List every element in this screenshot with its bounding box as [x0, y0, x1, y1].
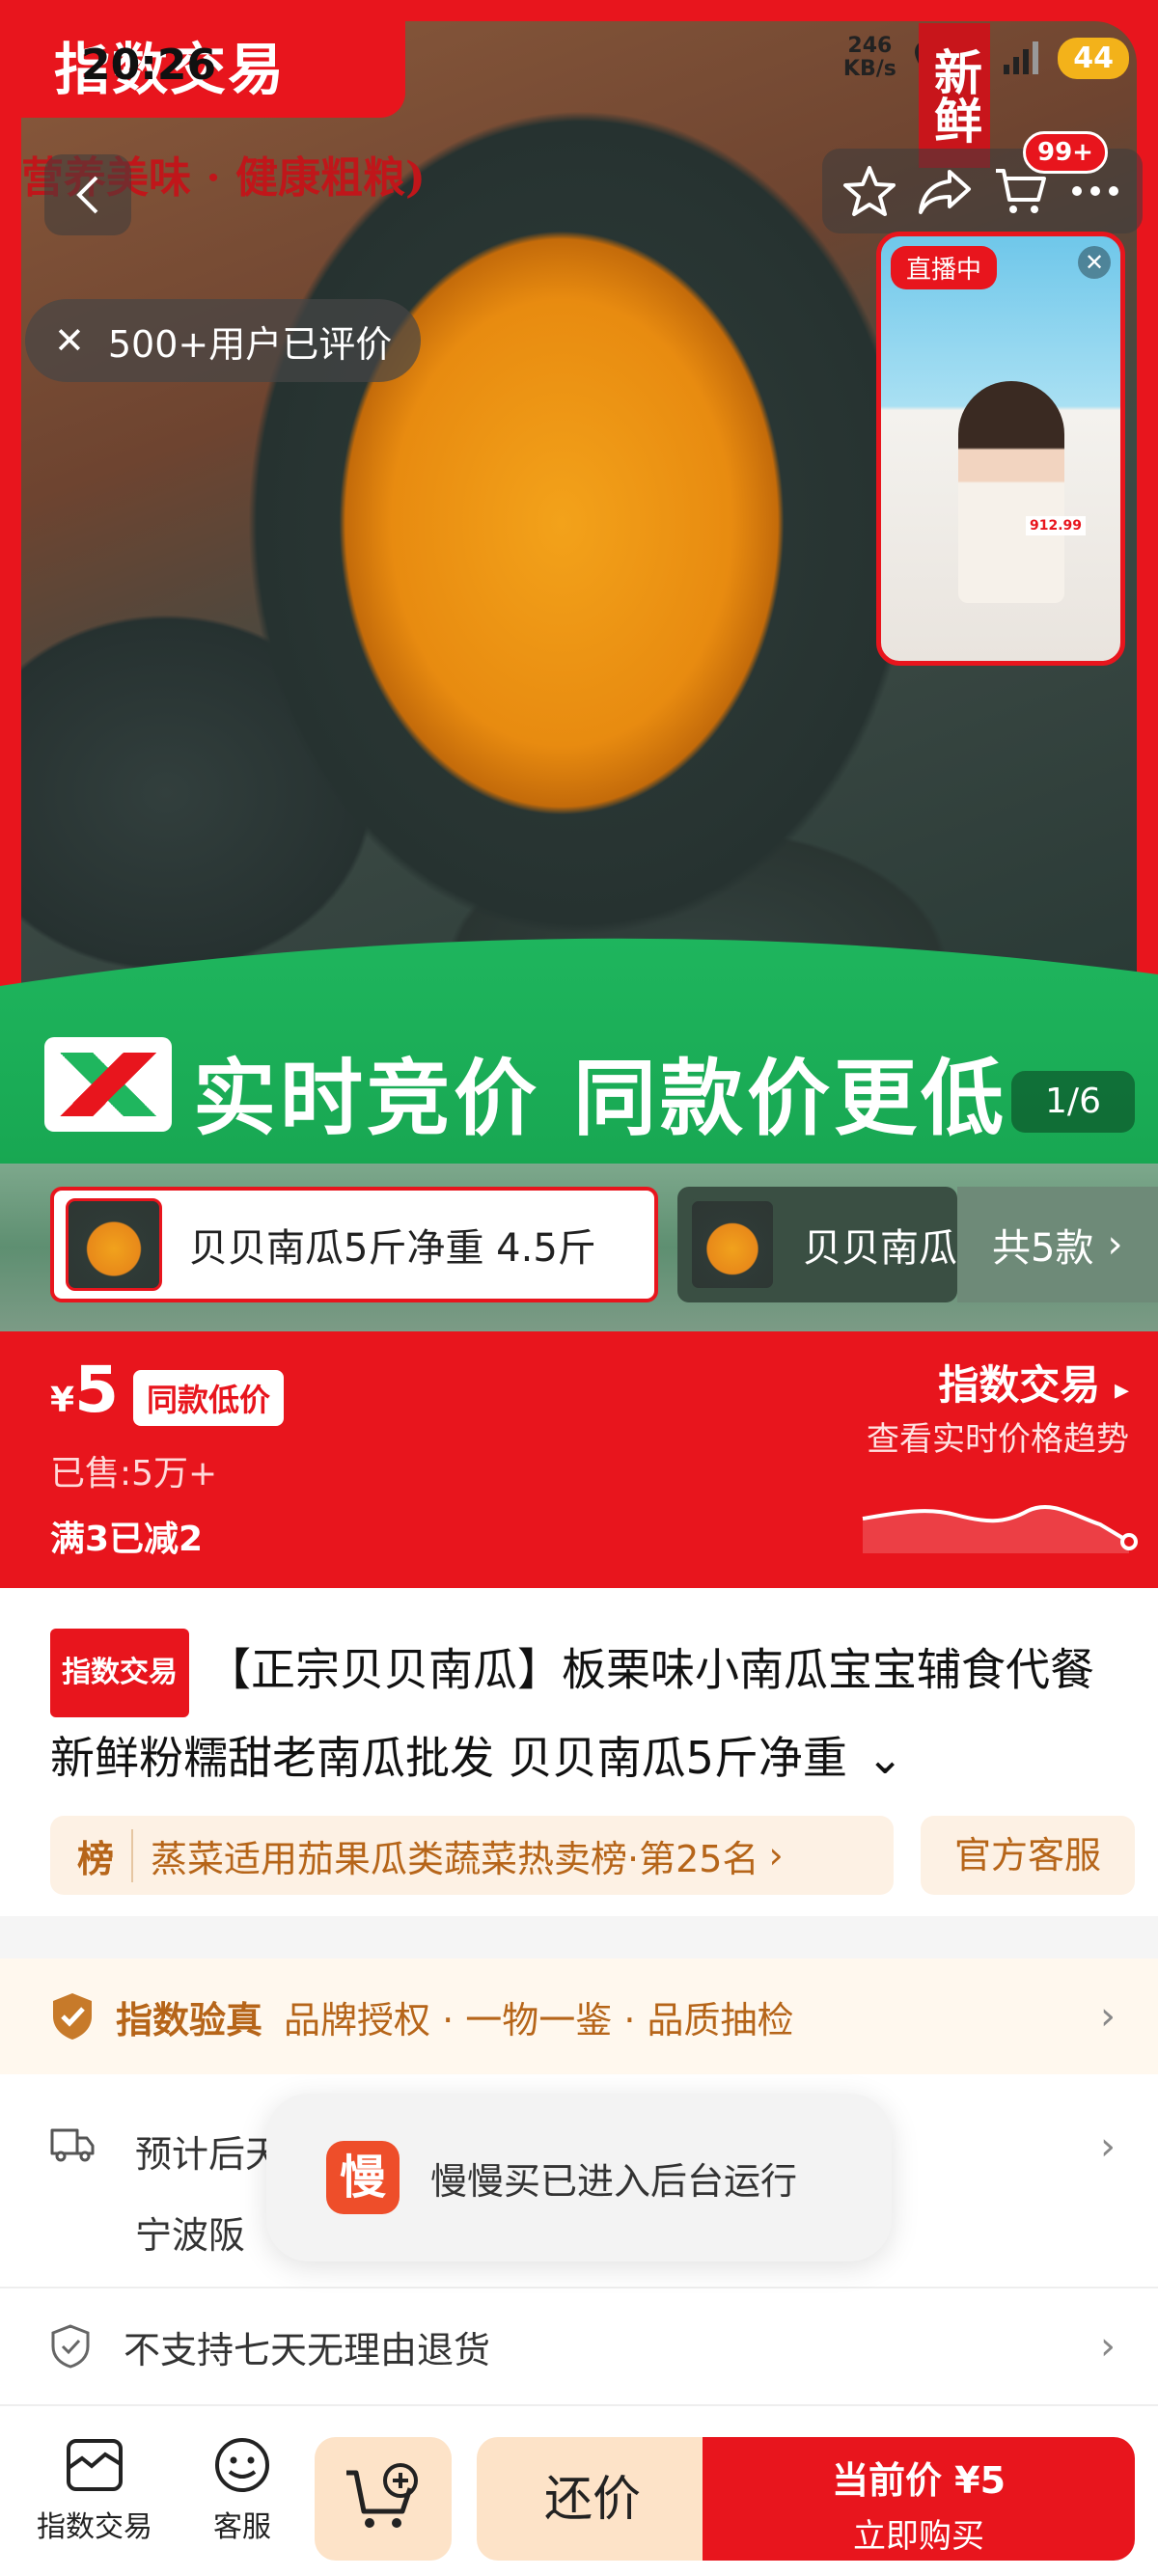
star-icon[interactable]	[841, 164, 897, 218]
review-pill[interactable]: ✕ 500+用户已评价	[25, 299, 422, 382]
chevron-down-icon[interactable]: ⌄	[867, 1717, 904, 1798]
chevron-left-icon	[76, 176, 98, 214]
official-service-button[interactable]: 官方客服	[921, 1816, 1135, 1895]
price: ¥5	[50, 1353, 119, 1427]
chevron-right-icon: ›	[768, 1834, 784, 1877]
verify-row[interactable]: 指数验真 品牌授权 · 一物一鉴 · 品质抽检 ›	[0, 1959, 1158, 2074]
battery-indicator: 44	[1058, 37, 1129, 79]
index-trade-label: 指数交易	[938, 1361, 1101, 1409]
chevron-right-icon: ›	[1100, 2324, 1116, 2369]
index-trade-link[interactable]: 指数交易 ▸	[938, 1353, 1129, 1411]
net-speed: 246 KB/s	[842, 34, 896, 81]
index-logo-icon	[44, 1037, 172, 1132]
chevron-right-icon: ›	[1100, 2124, 1116, 2169]
ranking-pill[interactable]: 榜 蒸菜适用茄果瓜类蔬菜热卖榜·第25名 ›	[50, 1816, 894, 1895]
title-section: 指数交易 【正宗贝贝南瓜】板栗味小南瓜宝宝辅食代餐新鲜粉糯甜老南瓜批发 贝贝南瓜5…	[0, 1588, 1158, 1916]
tab-customer-service[interactable]: 客服	[210, 2435, 274, 2545]
chevron-right-icon: ›	[1100, 1994, 1116, 2039]
chevron-right-icon: ›	[1107, 1222, 1123, 1267]
shield-icon	[51, 2324, 90, 2369]
tab-label: 客服	[213, 2510, 271, 2544]
banner-text: 实时竞价 同款价更低	[193, 1051, 1007, 1147]
tab-label: 指数交易	[37, 2510, 152, 2544]
cart-plus-icon	[346, 2463, 418, 2528]
return-policy-row[interactable]: 不支持七天无理由退货 ›	[0, 2287, 1158, 2404]
page-indicator: 1/6	[1011, 1071, 1135, 1133]
buy-price: 当前价 ¥5	[831, 2459, 1006, 2502]
currency-symbol: ¥	[50, 1381, 75, 1420]
product-title[interactable]: 指数交易 【正宗贝贝南瓜】板栗味小南瓜宝宝辅食代餐新鲜粉糯甜老南瓜批发 贝贝南瓜5…	[50, 1629, 1121, 1798]
store-icon	[67, 2439, 123, 2491]
price-trend-link[interactable]: 查看实时价格趋势	[867, 1412, 1129, 1460]
shield-check-icon	[53, 1993, 92, 2040]
review-label: 500+用户已评价	[107, 322, 393, 366]
price-amount: 5	[74, 1353, 119, 1427]
app-icon: 慢	[326, 2141, 400, 2214]
shipping-origin: 宁波阪	[135, 2214, 246, 2257]
bargain-button[interactable]: 还价	[477, 2437, 708, 2561]
more-icon[interactable]	[1067, 181, 1123, 201]
bottom-bar: 指数交易 客服 还价 当前价 ¥5 立即购买	[0, 2404, 1158, 2576]
live-badge: 直播中	[891, 246, 998, 289]
smile-icon	[215, 2438, 269, 2492]
variant-count-label: 共5款	[992, 1226, 1094, 1271]
shipping-eta: 预计后天	[135, 2133, 283, 2176]
back-button[interactable]	[44, 154, 131, 235]
section-divider	[0, 1916, 1158, 1959]
product-hero: 指数交易 20:26 246KB/s 5G 44 营养美味 · 健康粗粮) 新鲜…	[0, 0, 1158, 1331]
cart-badge: 99+	[1023, 131, 1108, 174]
status-time: 20:26	[81, 41, 217, 90]
fresh-tag: 新鲜	[919, 23, 990, 168]
verify-desc: 品牌授权 · 一物一鉴 · 品质抽检	[284, 1998, 794, 2042]
sold-count: 已售:5万+	[50, 1454, 218, 1494]
tab-index-trade[interactable]: 指数交易	[37, 2435, 152, 2545]
variant-label: 贝贝南瓜5斤净重 4.5斤	[189, 1226, 596, 1271]
price-bar: ¥5 同款低价 已售:5万+ 满3已减2 指数交易 ▸ 查看实时价格趋势	[0, 1331, 1158, 1588]
variant-option[interactable]: 贝贝南瓜	[677, 1187, 957, 1302]
live-price: 912.99	[1026, 516, 1087, 535]
variant-label: 贝贝南瓜	[803, 1226, 957, 1271]
title-tag: 指数交易	[50, 1629, 189, 1717]
return-policy-label: 不支持七天无理由退货	[124, 2328, 491, 2371]
promo-text: 满3已减2	[50, 1520, 204, 1559]
variant-selected[interactable]: 贝贝南瓜5斤净重 4.5斤	[50, 1187, 658, 1302]
buy-label: 立即购买	[853, 2517, 984, 2556]
app-frame: 指数交易 20:26 246KB/s 5G 44 营养美味 · 健康粗粮) 新鲜…	[0, 0, 1158, 2576]
variant-thumbnail	[66, 1198, 162, 1291]
rank-text: 蒸菜适用茄果瓜类蔬菜热卖榜·第25名	[151, 1837, 759, 1880]
verify-title: 指数验真	[116, 1998, 263, 2042]
price-trend-sparkline[interactable]	[859, 1486, 1139, 1553]
background-toast: 慢 慢慢买已进入后台运行	[266, 2094, 892, 2261]
close-icon[interactable]: ✕	[1078, 246, 1111, 279]
signal-icon	[1004, 41, 1039, 74]
add-to-cart-button[interactable]	[315, 2437, 452, 2561]
same-low-badge: 同款低价	[133, 1370, 285, 1426]
live-host	[958, 381, 1064, 603]
share-icon[interactable]	[917, 166, 973, 216]
rank-icon: 榜	[77, 1828, 134, 1882]
product-title-text: 【正宗贝贝南瓜】板栗味小南瓜宝宝辅食代餐新鲜粉糯甜老南瓜批发 贝贝南瓜5斤净重	[50, 1643, 1094, 1785]
truck-icon	[50, 2128, 95, 2162]
buy-now-button[interactable]: 当前价 ¥5 立即购买	[703, 2437, 1135, 2561]
variant-count-button[interactable]: 共5款 ›	[957, 1187, 1158, 1302]
toast-text: 慢慢买已进入后台运行	[430, 2159, 798, 2203]
caret-right-icon: ▸	[1114, 1373, 1129, 1407]
close-icon[interactable]: ✕	[54, 319, 85, 362]
live-stream-window[interactable]: 直播中 ✕ 912.99	[876, 232, 1125, 666]
variant-thumbnail	[689, 1198, 776, 1291]
